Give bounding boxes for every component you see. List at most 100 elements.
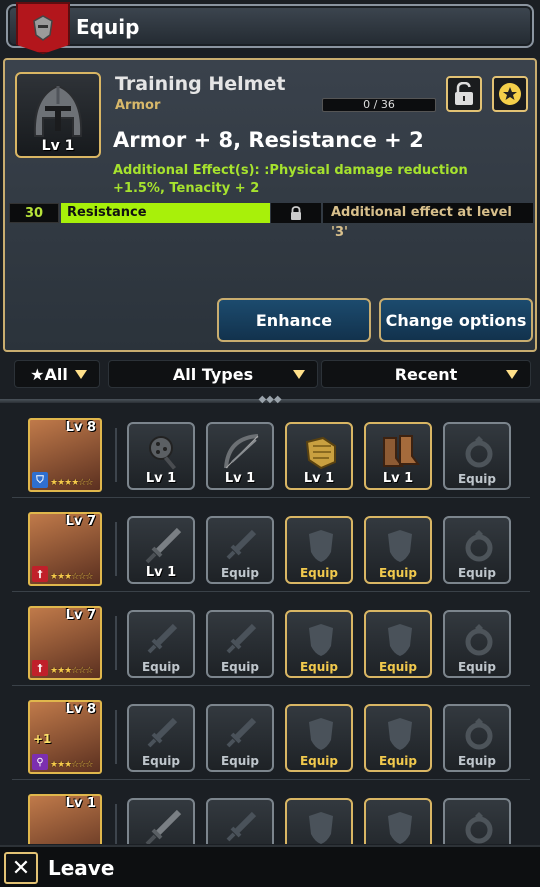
hero-portrait[interactable]: Lv 1: [28, 794, 102, 844]
equipment-slot[interactable]: Lv 1: [364, 422, 432, 490]
equipment-slot[interactable]: Lv 1: [285, 422, 353, 490]
hero-star-rating: ★★★☆☆☆: [50, 666, 93, 676]
hero-shield-icon: ⛉: [32, 472, 48, 488]
hero-star-rating: ★★★☆☆☆: [50, 760, 93, 770]
slot-label: Equip: [378, 566, 418, 580]
equipment-slot[interactable]: Lv 1: [127, 422, 195, 490]
hero-awaken-bonus: +1: [33, 732, 52, 746]
armor-badge-icon: [16, 2, 70, 54]
hero-level: Lv 8: [65, 702, 96, 717]
slot-label: Equip: [299, 660, 339, 674]
row-separator: [115, 804, 117, 844]
option-name: Resistance: [61, 203, 270, 223]
hero-level: Lv 7: [65, 514, 96, 529]
hero-row: Lv 8 ⛉ ★★★★☆☆ Lv 1 Lv 1 Lv 1 Lv 1 Equip: [12, 404, 530, 498]
item-detail-panel: Lv 1 Training Helmet Armor 0 / 36 Armor …: [3, 58, 537, 352]
page-title: Equip: [76, 15, 140, 39]
slot-label: Lv 1: [224, 471, 256, 486]
lock-icon: [271, 203, 321, 223]
slot-label: Equip: [141, 754, 181, 768]
chevron-down-icon: [75, 370, 87, 379]
lock-button[interactable]: [446, 76, 482, 112]
favorite-filter-dropdown[interactable]: ★All: [14, 360, 100, 388]
enhance-button[interactable]: Enhance: [217, 298, 371, 342]
slot-label: Equip: [141, 660, 181, 674]
favorite-button[interactable]: [492, 76, 528, 112]
hero-sword-class-icon: †: [32, 566, 48, 582]
hero-level: Lv 8: [65, 420, 96, 435]
option-row: 30 Resistance Additional effect at level…: [9, 203, 533, 240]
equipment-slot[interactable]: Equip: [206, 516, 274, 584]
hero-portrait[interactable]: Lv 7 † ★★★☆☆☆: [28, 512, 102, 586]
equipment-slot[interactable]: Equip: [443, 516, 511, 584]
equipment-slot[interactable]: Equip: [206, 704, 274, 772]
slot-label: Equip: [457, 660, 497, 674]
hero-star-rating: ★★★★☆☆: [50, 478, 93, 488]
equipment-slot[interactable]: Equip: [127, 610, 195, 678]
slot-label: Equip: [220, 660, 260, 674]
equipment-slot[interactable]: Equip: [285, 704, 353, 772]
title-bar: Equip: [6, 2, 534, 54]
slot-label: Equip: [457, 472, 497, 486]
leave-label[interactable]: Leave: [48, 856, 114, 880]
equipment-slot[interactable]: Equip: [443, 422, 511, 490]
item-category: Armor: [115, 98, 161, 113]
slot-label: Lv 1: [145, 565, 177, 580]
hero-row: Lv 1: [12, 780, 530, 844]
slot-label: Equip: [457, 754, 497, 768]
hero-staff-icon: ⚲: [32, 754, 48, 770]
hero-level: Lv 7: [65, 608, 96, 623]
equipment-slot[interactable]: Equip: [285, 516, 353, 584]
item-name: Training Helmet: [115, 73, 286, 95]
hero-star-rating: ★★★☆☆☆: [50, 572, 93, 582]
bottom-bar: ✕ Leave: [0, 845, 540, 887]
slot-label: Equip: [299, 754, 339, 768]
enhance-progress-text: 0 / 36: [363, 98, 395, 111]
equipment-slot[interactable]: Lv 1: [206, 422, 274, 490]
row-separator: [115, 428, 117, 482]
hero-level: Lv 1: [65, 796, 96, 811]
slot-label: Equip: [457, 566, 497, 580]
star-badge-icon: [499, 83, 521, 105]
slot-label: Equip: [220, 754, 260, 768]
equipment-slot[interactable]: Lv 1: [127, 516, 195, 584]
equipment-slot[interactable]: Equip: [443, 610, 511, 678]
slot-label: Equip: [378, 660, 418, 674]
equipment-slot[interactable]: [285, 798, 353, 844]
item-additional-effects: Additional Effect(s): :Physical damage r…: [113, 163, 468, 196]
unlock-icon: [455, 82, 473, 105]
change-options-button[interactable]: Change options: [379, 298, 533, 342]
item-main-stats: Armor + 8, Resistance + 2: [113, 128, 424, 152]
slot-label: Lv 1: [145, 471, 177, 486]
equipment-slot[interactable]: Equip: [443, 704, 511, 772]
helmet-icon: [33, 84, 83, 137]
row-separator: [115, 616, 117, 670]
equipment-slot[interactable]: Equip: [127, 704, 195, 772]
equipment-slot[interactable]: [364, 798, 432, 844]
hero-portrait[interactable]: Lv 7 † ★★★☆☆☆: [28, 606, 102, 680]
option-note: Additional effect at level '3': [323, 203, 533, 240]
hero-portrait[interactable]: Lv 8 ⚲ ★★★☆☆☆ +1: [28, 700, 102, 774]
favorite-filter-label: ★All: [30, 364, 68, 384]
item-thumbnail: Lv 1: [15, 72, 101, 158]
hero-row: Lv 7 † ★★★☆☆☆ Equip Equip Equip Equip Equip: [12, 592, 530, 686]
type-filter-dropdown[interactable]: All Types: [108, 360, 318, 388]
equipment-slot[interactable]: [443, 798, 511, 844]
sort-dropdown[interactable]: Recent: [321, 360, 531, 388]
hero-equipment-list[interactable]: Lv 8 ⛉ ★★★★☆☆ Lv 1 Lv 1 Lv 1 Lv 1 Equip Lv 7 † ★★★…: [0, 404, 540, 844]
equipment-slot[interactable]: Equip: [364, 610, 432, 678]
hero-portrait[interactable]: Lv 8 ⛉ ★★★★☆☆: [28, 418, 102, 492]
equipment-slot[interactable]: Equip: [364, 516, 432, 584]
close-button[interactable]: ✕: [4, 852, 38, 884]
type-filter-label: All Types: [172, 364, 254, 384]
equipment-slot[interactable]: Equip: [364, 704, 432, 772]
hero-row: Lv 8 ⚲ ★★★☆☆☆ +1 Equip Equip Equip Equip Equip: [12, 686, 530, 780]
row-separator: [115, 710, 117, 764]
equipment-slot[interactable]: [127, 798, 195, 844]
equipment-slot[interactable]: Equip: [285, 610, 353, 678]
equipment-slot[interactable]: Equip: [206, 610, 274, 678]
slot-label: Lv 1: [382, 471, 414, 486]
hero-row: Lv 7 † ★★★☆☆☆ Lv 1 Equip Equip Equip Equip: [12, 498, 530, 592]
equipment-slot[interactable]: [206, 798, 274, 844]
chevron-down-icon: [506, 370, 518, 379]
